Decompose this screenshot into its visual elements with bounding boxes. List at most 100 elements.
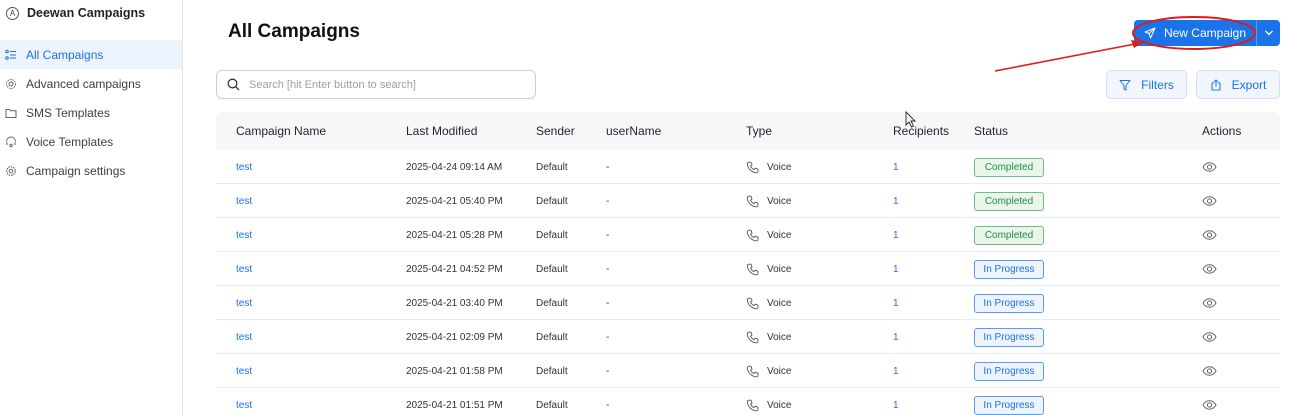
folder-icon xyxy=(5,108,17,118)
column-header-username[interactable]: userName xyxy=(606,112,661,150)
sender-cell: Default xyxy=(536,399,568,411)
campaign-name-link[interactable]: test xyxy=(236,230,252,241)
recipients-count: 1 xyxy=(893,365,899,377)
username-cell: - xyxy=(606,399,610,411)
campaign-name-link[interactable]: test xyxy=(236,162,252,173)
export-button[interactable]: Export xyxy=(1196,70,1280,99)
last-modified-cell: 2025-04-21 02:09 PM xyxy=(406,331,503,343)
type-cell: Voice xyxy=(746,150,791,183)
username-cell: - xyxy=(606,365,610,377)
table-row[interactable]: test 2025-04-21 01:51 PM Default - Voice 1 In … xyxy=(216,388,1280,415)
last-modified-cell: 2025-04-21 05:28 PM xyxy=(406,229,503,241)
sidebar-nav: All Campaigns Advanced campaigns SMS Tem… xyxy=(0,40,182,185)
recipients-count: 1 xyxy=(893,229,899,241)
type-label: Voice xyxy=(767,263,792,275)
table-row[interactable]: test 2025-04-21 01:58 PM Default - Voice 1 In … xyxy=(216,354,1280,388)
table-row[interactable]: test 2025-04-21 02:09 PM Default - Voice 1 In … xyxy=(216,320,1280,354)
view-eye-icon[interactable] xyxy=(1202,162,1217,172)
table-body: test 2025-04-24 09:14 AM Default - Voice 1 Com… xyxy=(216,150,1280,415)
status-badge: Completed xyxy=(974,225,1044,245)
phone-icon xyxy=(746,297,759,309)
recipients-count: 1 xyxy=(893,195,899,207)
column-header-campaign-name[interactable]: Campaign Name xyxy=(236,112,326,150)
last-modified-cell: 2025-04-21 05:40 PM xyxy=(406,195,503,207)
column-header-type[interactable]: Type xyxy=(746,112,772,150)
phone-icon xyxy=(746,229,759,241)
column-header-actions: Actions xyxy=(1202,124,1242,138)
recipients-count: 1 xyxy=(893,161,899,173)
sidebar-item-label: Voice Templates xyxy=(26,134,114,149)
status-badge: In Progress xyxy=(974,361,1044,381)
username-cell: - xyxy=(606,229,610,241)
sidebar-item-campaign-settings[interactable]: Campaign settings xyxy=(0,156,182,185)
status-badge: In Progress xyxy=(974,259,1044,279)
new-campaign-button-group: New Campaign xyxy=(1134,20,1280,46)
view-eye-icon[interactable] xyxy=(1202,366,1217,376)
username-cell: - xyxy=(606,161,610,173)
sidebar-item-sms-templates[interactable]: SMS Templates xyxy=(0,98,182,127)
table-row[interactable]: test 2025-04-21 04:52 PM Default - Voice 1 In … xyxy=(216,252,1280,286)
sidebar-item-advanced-campaigns[interactable]: Advanced campaigns xyxy=(0,69,182,98)
view-eye-icon[interactable] xyxy=(1202,196,1217,206)
gear-burst-icon xyxy=(6,78,16,89)
search-input[interactable] xyxy=(249,78,519,91)
plugin-icon xyxy=(6,136,16,147)
sidebar-item-label: Campaign settings xyxy=(26,163,126,178)
campaign-name-link[interactable]: test xyxy=(236,332,252,343)
page-title: All Campaigns xyxy=(228,21,360,42)
sidebar-item-voice-templates[interactable]: Voice Templates xyxy=(0,127,182,156)
table-row[interactable]: test 2025-04-21 05:28 PM Default - Voice 1 Com… xyxy=(216,218,1280,252)
app-window: A Deewan Campaigns All Campaigns Advance… xyxy=(0,0,1303,415)
view-eye-icon[interactable] xyxy=(1202,332,1217,342)
phone-icon xyxy=(746,195,759,207)
sidebar-item-label: All Campaigns xyxy=(26,47,104,62)
type-label: Voice xyxy=(767,399,792,411)
last-modified-cell: 2025-04-24 09:14 AM xyxy=(406,161,503,173)
last-modified-cell: 2025-04-21 01:51 PM xyxy=(406,399,503,411)
campaign-name-link[interactable]: test xyxy=(236,400,252,411)
view-eye-icon[interactable] xyxy=(1202,400,1217,410)
phone-icon xyxy=(746,365,759,377)
sender-cell: Default xyxy=(536,263,568,275)
send-icon xyxy=(1144,27,1156,39)
type-cell: Voice xyxy=(746,320,791,353)
sender-cell: Default xyxy=(536,195,568,207)
type-label: Voice xyxy=(767,161,792,173)
new-campaign-dropdown-button[interactable] xyxy=(1256,20,1280,46)
view-eye-icon[interactable] xyxy=(1202,264,1217,274)
type-label: Voice xyxy=(767,297,792,309)
filters-button[interactable]: Filters xyxy=(1106,70,1187,99)
table-row[interactable]: test 2025-04-21 03:40 PM Default - Voice 1 In … xyxy=(216,286,1280,320)
table-row[interactable]: test 2025-04-24 09:14 AM Default - Voice 1 Com… xyxy=(216,150,1280,184)
sender-cell: Default xyxy=(536,365,568,377)
campaign-name-link[interactable]: test xyxy=(236,366,252,377)
table-row[interactable]: test 2025-04-21 05:40 PM Default - Voice 1 Com… xyxy=(216,184,1280,218)
phone-icon xyxy=(746,263,759,275)
recipients-count: 1 xyxy=(893,331,899,343)
brand: A Deewan Campaigns xyxy=(6,6,145,20)
type-cell: Voice xyxy=(746,286,791,319)
column-header-last-modified[interactable]: Last Modified xyxy=(406,112,477,150)
column-header-sender[interactable]: Sender xyxy=(536,112,575,150)
sender-cell: Default xyxy=(536,229,568,241)
campaign-name-link[interactable]: test xyxy=(236,264,252,275)
export-label: Export xyxy=(1231,77,1267,92)
campaign-name-link[interactable]: test xyxy=(236,196,252,207)
new-campaign-button[interactable]: New Campaign xyxy=(1134,20,1256,46)
filter-icon xyxy=(1119,79,1131,90)
last-modified-cell: 2025-04-21 03:40 PM xyxy=(406,297,503,309)
status-badge: Completed xyxy=(974,191,1044,211)
username-cell: - xyxy=(606,263,610,275)
recipients-count: 1 xyxy=(893,263,899,275)
view-eye-icon[interactable] xyxy=(1202,298,1217,308)
view-eye-icon[interactable] xyxy=(1202,230,1217,240)
campaign-name-link[interactable]: test xyxy=(236,298,252,309)
column-header-recipients[interactable]: Recipients xyxy=(893,112,949,150)
settings-icon xyxy=(6,165,16,176)
table-header: Campaign Name Last Modified Sender userN… xyxy=(216,112,1280,150)
phone-icon xyxy=(746,161,759,173)
type-cell: Voice xyxy=(746,388,791,415)
sidebar-item-all-campaigns[interactable]: All Campaigns xyxy=(0,40,182,69)
column-header-status[interactable]: Status xyxy=(974,112,1008,150)
type-label: Voice xyxy=(767,365,792,377)
